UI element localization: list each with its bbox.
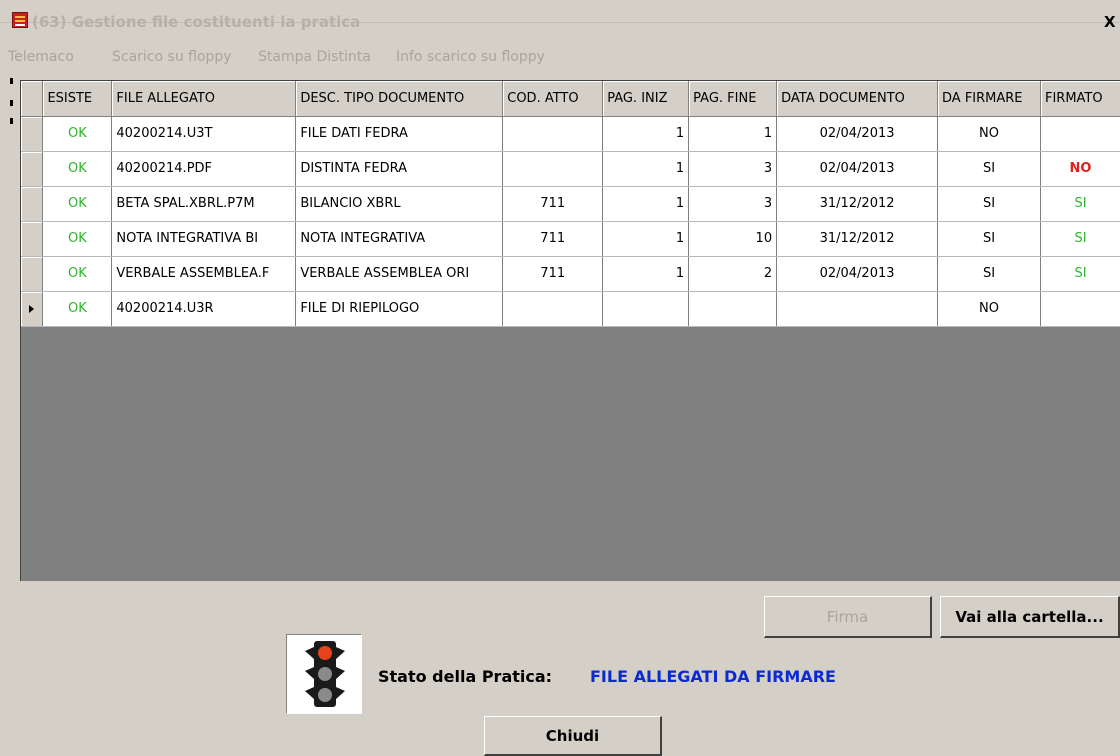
cell-cod[interactable]: 711 bbox=[502, 221, 604, 257]
cell-file[interactable]: 40200214.U3R bbox=[111, 291, 297, 327]
cell-pag-iniz[interactable]: 1 bbox=[602, 116, 690, 152]
row-indicator[interactable] bbox=[21, 151, 44, 187]
cell-cod[interactable] bbox=[502, 116, 604, 152]
cell-pag-iniz[interactable]: 1 bbox=[602, 221, 690, 257]
cell-esiste[interactable]: OK bbox=[42, 151, 113, 187]
menu-item-stampa-distinta[interactable]: Stampa Distinta bbox=[258, 49, 371, 65]
files-table: ESISTE FILE ALLEGATO DESC. TIPO DOCUMENT… bbox=[21, 81, 1120, 327]
cell-pag-fine[interactable]: 10 bbox=[688, 221, 778, 257]
title-bar: (63) Gestione file costituenti la pratic… bbox=[0, 0, 1120, 31]
cell-da-firmare[interactable]: SI bbox=[937, 186, 1041, 222]
table-row[interactable]: OK VERBALE ASSEMBLEA.F VERBALE ASSEMBLEA… bbox=[21, 256, 1120, 292]
cell-pag-fine[interactable]: 1 bbox=[688, 116, 778, 152]
status-label: Stato della Pratica: bbox=[378, 667, 553, 686]
header-pag-fine[interactable]: PAG. FINE bbox=[688, 81, 778, 117]
app-icon bbox=[12, 12, 28, 28]
cell-cod[interactable] bbox=[502, 151, 604, 187]
menu-item-info-scarico[interactable]: Info scarico su floppy bbox=[396, 49, 545, 65]
cell-cod[interactable] bbox=[502, 291, 604, 327]
cell-da-firmare[interactable]: NO bbox=[937, 291, 1041, 327]
menu-item-scarico-floppy[interactable]: Scarico su floppy bbox=[112, 49, 232, 65]
row-indicator[interactable] bbox=[21, 186, 44, 222]
cell-esiste[interactable]: OK bbox=[42, 291, 113, 327]
window-title: (63) Gestione file costituenti la pratic… bbox=[32, 13, 361, 31]
cell-file[interactable]: 40200214.PDF bbox=[111, 151, 297, 187]
cell-data[interactable]: 02/04/2013 bbox=[776, 116, 939, 152]
header-desc-tipo[interactable]: DESC. TIPO DOCUMENTO bbox=[295, 81, 504, 117]
cell-pag-iniz[interactable] bbox=[602, 291, 690, 327]
cell-data[interactable]: 02/04/2013 bbox=[776, 151, 939, 187]
cell-file[interactable]: BETA SPAL.XBRL.P7M bbox=[111, 186, 297, 222]
cell-cod[interactable]: 711 bbox=[502, 256, 604, 292]
cell-esiste[interactable]: OK bbox=[42, 186, 113, 222]
cell-firmato[interactable]: SI bbox=[1040, 221, 1120, 257]
cell-file[interactable]: VERBALE ASSEMBLEA.F bbox=[111, 256, 297, 292]
cell-desc[interactable]: VERBALE ASSEMBLEA ORI bbox=[295, 256, 504, 292]
header-firmato[interactable]: FIRMATO bbox=[1040, 81, 1120, 117]
cell-da-firmare[interactable]: NO bbox=[937, 116, 1041, 152]
cell-desc[interactable]: FILE DI RIEPILOGO bbox=[295, 291, 504, 327]
cell-firmato[interactable]: SI bbox=[1040, 186, 1120, 222]
close-button[interactable]: X bbox=[1104, 13, 1120, 31]
cell-esiste[interactable]: OK bbox=[42, 256, 113, 292]
cell-file[interactable]: NOTA INTEGRATIVA BI bbox=[111, 221, 297, 257]
cell-firmato[interactable]: NO bbox=[1040, 151, 1120, 187]
cell-pag-fine[interactable]: 2 bbox=[688, 256, 778, 292]
splitter-marks bbox=[0, 78, 13, 138]
cell-da-firmare[interactable]: SI bbox=[937, 221, 1041, 257]
cell-desc[interactable]: DISTINTA FEDRA bbox=[295, 151, 504, 187]
cell-data[interactable]: 31/12/2012 bbox=[776, 221, 939, 257]
menu-bar: Telemaco Scarico su floppy Stampa Distin… bbox=[0, 44, 1120, 70]
header-file-allegato[interactable]: FILE ALLEGATO bbox=[111, 81, 297, 117]
cell-firmato[interactable] bbox=[1040, 116, 1120, 152]
menu-item-telemaco[interactable]: Telemaco bbox=[8, 49, 74, 65]
cell-pag-iniz[interactable]: 1 bbox=[602, 256, 690, 292]
cell-firmato[interactable]: SI bbox=[1040, 256, 1120, 292]
cell-firmato[interactable] bbox=[1040, 291, 1120, 327]
cell-da-firmare[interactable]: SI bbox=[937, 256, 1041, 292]
row-indicator-current[interactable] bbox=[21, 291, 44, 327]
table-row[interactable]: OK 40200214.PDF DISTINTA FEDRA 1 3 02/04… bbox=[21, 151, 1120, 187]
header-esiste[interactable]: ESISTE bbox=[42, 81, 113, 117]
table-row[interactable]: OK NOTA INTEGRATIVA BI NOTA INTEGRATIVA … bbox=[21, 221, 1120, 257]
table-row[interactable]: OK BETA SPAL.XBRL.P7M BILANCIO XBRL 711 … bbox=[21, 186, 1120, 222]
cell-file[interactable]: 40200214.U3T bbox=[111, 116, 297, 152]
table-header-row: ESISTE FILE ALLEGATO DESC. TIPO DOCUMENT… bbox=[21, 81, 1120, 117]
cell-desc[interactable]: FILE DATI FEDRA bbox=[295, 116, 504, 152]
status-indicator-box bbox=[286, 634, 362, 714]
header-indicator bbox=[21, 81, 44, 117]
cell-pag-fine[interactable]: 3 bbox=[688, 151, 778, 187]
header-data-documento[interactable]: DATA DOCUMENTO bbox=[776, 81, 939, 117]
row-indicator[interactable] bbox=[21, 116, 44, 152]
cell-pag-iniz[interactable]: 1 bbox=[602, 151, 690, 187]
traffic-light-icon bbox=[305, 641, 345, 707]
cell-pag-fine[interactable] bbox=[688, 291, 778, 327]
row-indicator[interactable] bbox=[21, 256, 44, 292]
header-pag-iniz[interactable]: PAG. INIZ bbox=[602, 81, 690, 117]
cell-pag-fine[interactable]: 3 bbox=[688, 186, 778, 222]
cell-esiste[interactable]: OK bbox=[42, 221, 113, 257]
files-grid: ESISTE FILE ALLEGATO DESC. TIPO DOCUMENT… bbox=[20, 80, 1120, 581]
cell-data[interactable] bbox=[776, 291, 939, 327]
cell-da-firmare[interactable]: SI bbox=[937, 151, 1041, 187]
firma-button[interactable]: Firma bbox=[764, 596, 932, 638]
header-cod-atto[interactable]: COD. ATTO bbox=[502, 81, 604, 117]
cell-pag-iniz[interactable]: 1 bbox=[602, 186, 690, 222]
cell-esiste[interactable]: OK bbox=[42, 116, 113, 152]
status-value: FILE ALLEGATI DA FIRMARE bbox=[590, 667, 836, 686]
cell-desc[interactable]: BILANCIO XBRL bbox=[295, 186, 504, 222]
row-indicator[interactable] bbox=[21, 221, 44, 257]
cell-cod[interactable]: 711 bbox=[502, 186, 604, 222]
cell-data[interactable]: 31/12/2012 bbox=[776, 186, 939, 222]
table-row[interactable]: OK 40200214.U3T FILE DATI FEDRA 1 1 02/0… bbox=[21, 116, 1120, 152]
cell-data[interactable]: 02/04/2013 bbox=[776, 256, 939, 292]
header-da-firmare[interactable]: DA FIRMARE bbox=[937, 81, 1041, 117]
cell-desc[interactable]: NOTA INTEGRATIVA bbox=[295, 221, 504, 257]
table-row-selected[interactable]: OK 40200214.U3R FILE DI RIEPILOGO NO bbox=[21, 291, 1120, 327]
vai-alla-cartella-button[interactable]: Vai alla cartella... bbox=[940, 596, 1120, 638]
chiudi-button[interactable]: Chiudi bbox=[484, 716, 662, 756]
